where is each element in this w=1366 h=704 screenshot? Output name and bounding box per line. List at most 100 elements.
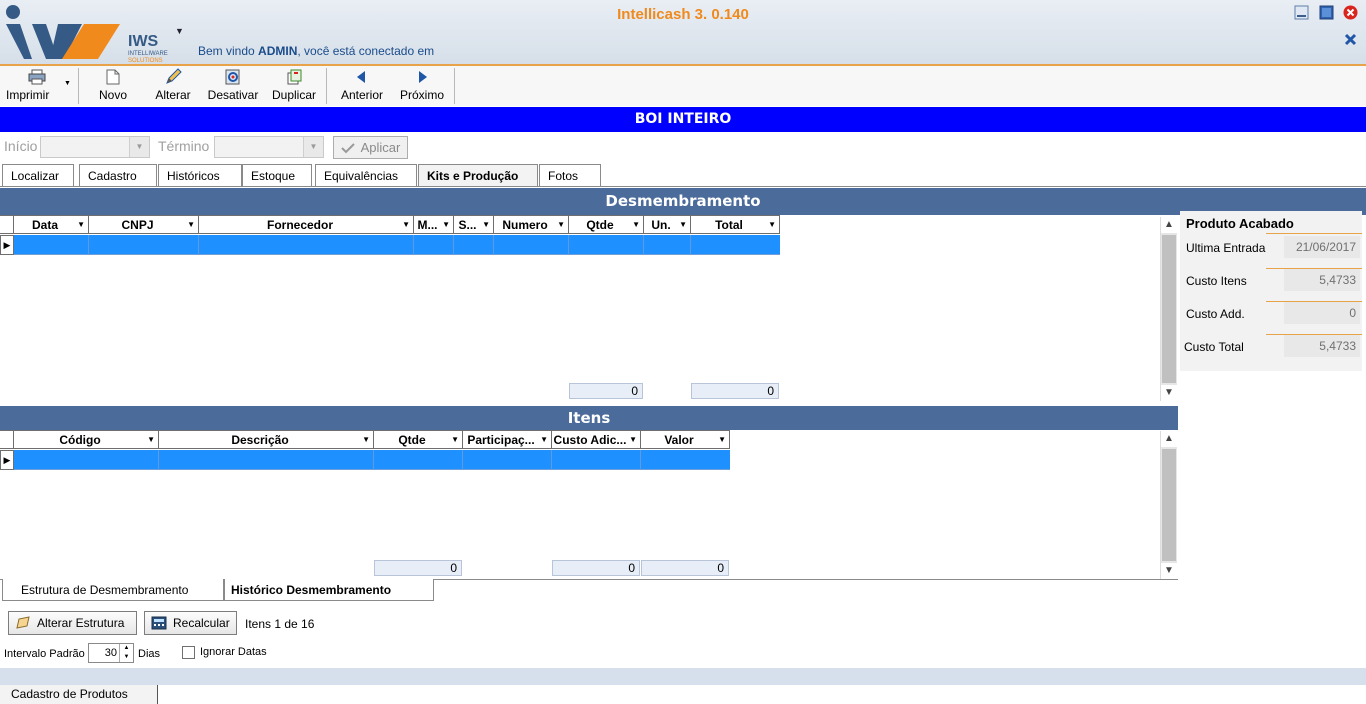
chevron-down-icon[interactable]: ▼	[632, 216, 640, 234]
itens-scrollbar[interactable]: ▲ ▼	[1160, 431, 1177, 579]
tab-localizar[interactable]: Localizar	[2, 164, 74, 187]
col-descricao[interactable]: Descrição ▼	[159, 431, 374, 449]
next-button[interactable]: Próximo	[396, 66, 448, 106]
tab-historico-desmembramento[interactable]: Histórico Desmembramento	[224, 579, 434, 601]
new-button[interactable]: Novo	[90, 66, 136, 106]
table-row-selected[interactable]	[14, 450, 730, 470]
chevron-down-icon[interactable]: ▼	[768, 216, 776, 234]
svg-text:IWS: IWS	[128, 33, 159, 50]
tab-kits-e-producao[interactable]: Kits e Produção	[418, 164, 538, 187]
tab-historicos[interactable]: Históricos	[158, 164, 242, 187]
col-data[interactable]: Data ▼	[14, 216, 89, 234]
col-qtde[interactable]: Qtde ▼	[374, 431, 463, 449]
apply-button[interactable]: Aplicar	[333, 136, 408, 159]
close-window-icon[interactable]	[1343, 5, 1358, 20]
spin-down-icon[interactable]: ▼	[119, 653, 133, 662]
chevron-up-icon[interactable]: ▲	[1161, 431, 1177, 447]
table-cell[interactable]	[374, 450, 463, 470]
close-form-icon[interactable]	[1343, 32, 1358, 47]
table-cell[interactable]	[14, 235, 89, 255]
previous-button[interactable]: Anterior	[336, 66, 388, 106]
row-indicator-header	[0, 431, 14, 449]
logo-dropdown-icon[interactable]: ▼	[175, 26, 184, 36]
chevron-down-icon[interactable]: ▼	[442, 216, 450, 234]
chevron-down-icon[interactable]: ▼	[187, 216, 195, 234]
chevron-down-icon[interactable]: ▼	[1161, 385, 1177, 401]
col-s[interactable]: S... ▼	[454, 216, 494, 234]
scroll-thumb[interactable]	[1162, 449, 1176, 561]
table-cell[interactable]	[552, 450, 641, 470]
end-date-combo[interactable]: ▼	[214, 136, 324, 158]
chevron-down-icon[interactable]: ▼	[303, 137, 323, 157]
print-dropdown-icon[interactable]: ▼	[64, 80, 71, 87]
chevron-down-icon[interactable]: ▼	[402, 216, 410, 234]
table-cell[interactable]	[569, 235, 644, 255]
scroll-thumb[interactable]	[1162, 235, 1176, 383]
start-date-combo[interactable]: ▼	[40, 136, 150, 158]
col-codigo[interactable]: Código ▼	[14, 431, 159, 449]
col-total[interactable]: Total ▼	[691, 216, 780, 234]
welcome-user: ADMIN	[258, 44, 298, 58]
custo-add-label: Custo Add.	[1186, 307, 1245, 321]
col-participacao[interactable]: Participaç... ▼	[463, 431, 552, 449]
intervalo-spinner[interactable]: ▲ ▼	[88, 643, 134, 663]
tab-fotos[interactable]: Fotos	[539, 164, 601, 187]
chevron-down-icon[interactable]: ▼	[147, 431, 155, 449]
chevron-down-icon[interactable]: ▼	[77, 216, 85, 234]
row-indicator-header	[0, 216, 14, 234]
spin-up-icon[interactable]: ▲	[119, 644, 133, 653]
chevron-down-icon[interactable]: ▼	[540, 431, 548, 449]
table-cell[interactable]	[454, 235, 494, 255]
table-cell[interactable]	[159, 450, 374, 470]
col-m[interactable]: M... ▼	[414, 216, 454, 234]
record-title-bar: BOI INTEIRO	[0, 107, 1366, 132]
app-title: Intellicash 3. 0.140	[617, 6, 749, 23]
chevron-up-icon[interactable]: ▲	[1161, 217, 1177, 233]
print-button[interactable]: Imprimir ▼	[2, 66, 72, 106]
col-valor[interactable]: Valor ▼	[641, 431, 730, 449]
col-label: Custo Adic...	[553, 433, 627, 447]
alterar-estrutura-button[interactable]: Alterar Estrutura	[8, 611, 137, 635]
table-cell[interactable]	[14, 450, 159, 470]
table-row-selected[interactable]	[14, 235, 780, 255]
intervalo-input[interactable]	[89, 644, 119, 662]
maximize-icon[interactable]	[1319, 5, 1334, 20]
chevron-down-icon[interactable]: ▼	[482, 216, 490, 234]
table-cell[interactable]	[644, 235, 691, 255]
chevron-down-icon[interactable]: ▼	[679, 216, 687, 234]
table-cell[interactable]	[199, 235, 414, 255]
tab-cadastro[interactable]: Cadastro	[79, 164, 157, 187]
chevron-down-icon[interactable]: ▼	[129, 137, 149, 157]
chevron-down-icon[interactable]: ▼	[451, 431, 459, 449]
tab-estoque[interactable]: Estoque	[242, 164, 312, 187]
col-cnpj[interactable]: CNPJ ▼	[89, 216, 199, 234]
custo-total-value: 5,4733	[1284, 335, 1360, 357]
table-cell[interactable]	[414, 235, 454, 255]
chevron-down-icon[interactable]: ▼	[557, 216, 565, 234]
col-un[interactable]: Un. ▼	[644, 216, 691, 234]
table-cell[interactable]	[494, 235, 569, 255]
tab-equivalencias[interactable]: Equivalências	[315, 164, 417, 187]
chevron-down-icon[interactable]: ▼	[1161, 563, 1177, 579]
col-numero[interactable]: Numero ▼	[494, 216, 569, 234]
edit-button[interactable]: Alterar	[148, 66, 198, 106]
table-cell[interactable]	[89, 235, 199, 255]
table-cell[interactable]	[463, 450, 552, 470]
chevron-down-icon[interactable]: ▼	[718, 431, 726, 449]
duplicate-button[interactable]: Duplicar	[268, 66, 320, 106]
check-icon	[340, 142, 355, 153]
deactivate-button[interactable]: Desativar	[204, 66, 262, 106]
col-label: Qtde	[586, 218, 614, 232]
col-custo-adic[interactable]: Custo Adic... ▼	[552, 431, 641, 449]
col-qtde[interactable]: Qtde ▼	[569, 216, 644, 234]
tab-estrutura-desmembramento[interactable]: Estrutura de Desmembramento	[2, 579, 224, 601]
tab-cadastro-de-produtos[interactable]: Cadastro de Produtos	[0, 685, 158, 704]
minimize-icon[interactable]	[1294, 5, 1309, 20]
chevron-down-icon[interactable]: ▼	[362, 431, 370, 449]
sum-qtde: 0	[374, 560, 462, 576]
col-fornecedor[interactable]: Fornecedor ▼	[199, 216, 414, 234]
recalcular-button[interactable]: Recalcular	[144, 611, 237, 635]
chevron-down-icon[interactable]: ▼	[629, 431, 637, 449]
ignorar-datas-checkbox[interactable]	[182, 646, 195, 659]
desmembramento-scrollbar[interactable]: ▲ ▼	[1160, 217, 1177, 401]
